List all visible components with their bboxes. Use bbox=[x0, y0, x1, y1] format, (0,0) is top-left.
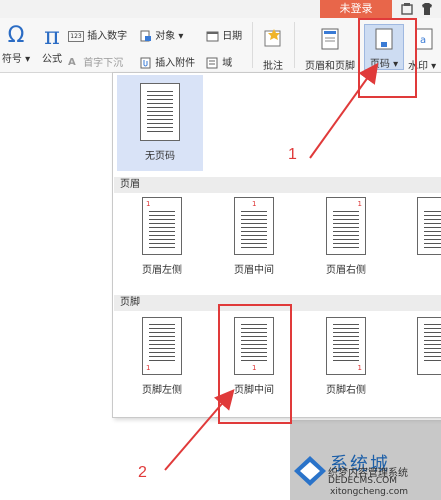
arrow-to-page-number bbox=[309, 62, 379, 159]
logo-icon bbox=[294, 456, 326, 486]
arrow-to-footer-center bbox=[164, 388, 235, 471]
site-url-1: DEDECMS.COM bbox=[328, 476, 397, 486]
site-watermark: 系统城 织梦内容管理系统 DEDECMS.COM xitongcheng.com bbox=[294, 450, 441, 500]
site-url-2: xitongcheng.com bbox=[330, 487, 408, 497]
step-2-label: 2 bbox=[138, 464, 147, 481]
step-1-label: 1 bbox=[288, 146, 297, 163]
annotation-arrows bbox=[164, 62, 379, 471]
